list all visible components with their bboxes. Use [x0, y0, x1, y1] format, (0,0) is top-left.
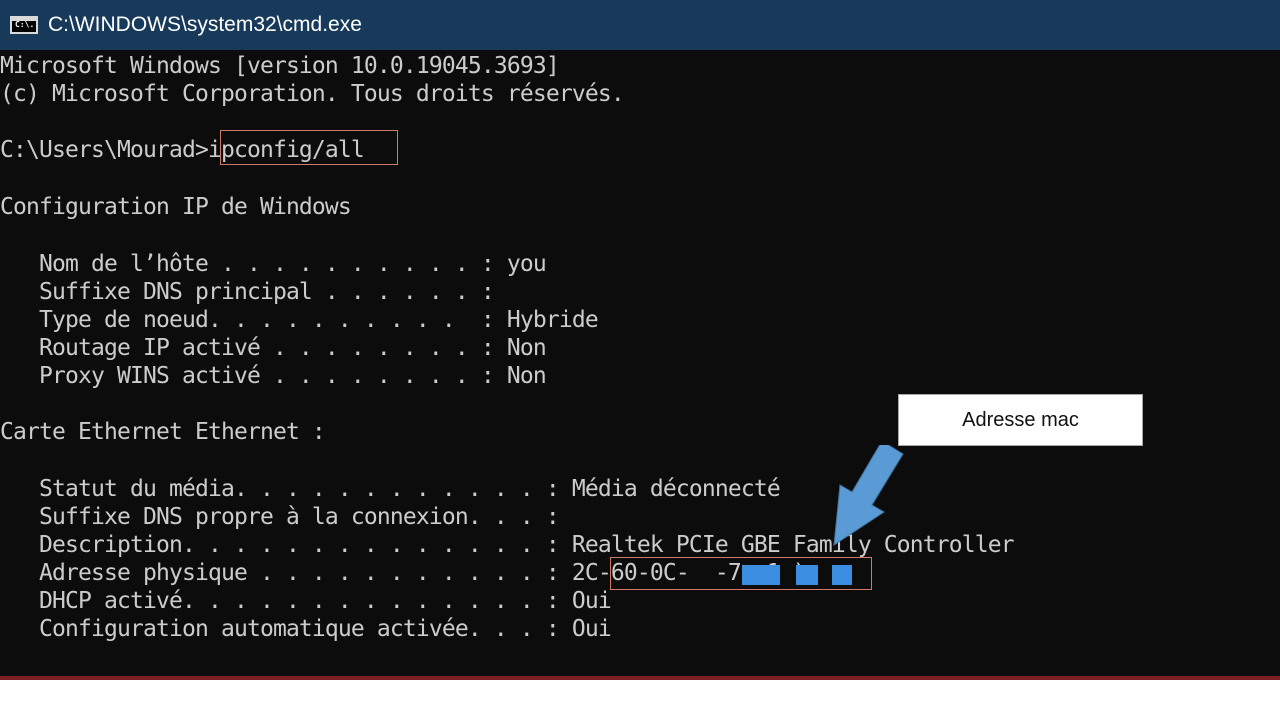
- mac-redaction-1: [742, 565, 780, 585]
- console-line-copyright: (c) Microsoft Corporation. Tous droits r…: [0, 81, 625, 107]
- console-line-wins-proxy: Proxy WINS activé . . . . . . . . : Non: [0, 363, 547, 389]
- mac-redaction-3: [832, 565, 852, 585]
- console-line-ip-routing: Routage IP activé . . . . . . . . : Non: [0, 335, 547, 361]
- cmd-window: C:\. C:\WINDOWS\system32\cmd.exe Microso…: [0, 0, 1280, 680]
- mac-redaction-2: [796, 565, 818, 585]
- console-line-media-status: Statut du média. . . . . . . . . . . . :…: [0, 476, 781, 502]
- cmd-icon: C:\.: [10, 16, 38, 34]
- console-line-version: Microsoft Windows [version 10.0.19045.36…: [0, 53, 560, 79]
- window-bottom-edge: [0, 676, 1280, 680]
- console-line-hostname: Nom de l’hôte . . . . . . . . . . : you: [0, 251, 547, 277]
- console-line-node-type: Type de noeud. . . . . . . . . . : Hybri…: [0, 307, 599, 333]
- console-line-dhcp: DHCP activé. . . . . . . . . . . . . . :…: [0, 588, 612, 614]
- window-title: C:\WINDOWS\system32\cmd.exe: [48, 13, 362, 36]
- console-line-dns-suffix: Suffixe DNS principal . . . . . . :: [0, 279, 495, 305]
- console-line-autoconfig: Configuration automatique activée. . . :…: [0, 616, 612, 642]
- cmd-icon-text: C:\.: [15, 20, 35, 29]
- title-bar[interactable]: C:\. C:\WINDOWS\system32\cmd.exe: [0, 0, 1280, 50]
- mac-address-callout: Adresse mac: [898, 394, 1143, 446]
- console-line-ipconfig-head: Configuration IP de Windows: [0, 194, 352, 220]
- command-highlight-box: [220, 130, 398, 165]
- console-line-ethernet-head: Carte Ethernet Ethernet :: [0, 419, 326, 445]
- callout-arrow-icon: [833, 445, 904, 546]
- console-line-conn-suffix: Suffixe DNS propre à la connexion. . . :: [0, 504, 560, 530]
